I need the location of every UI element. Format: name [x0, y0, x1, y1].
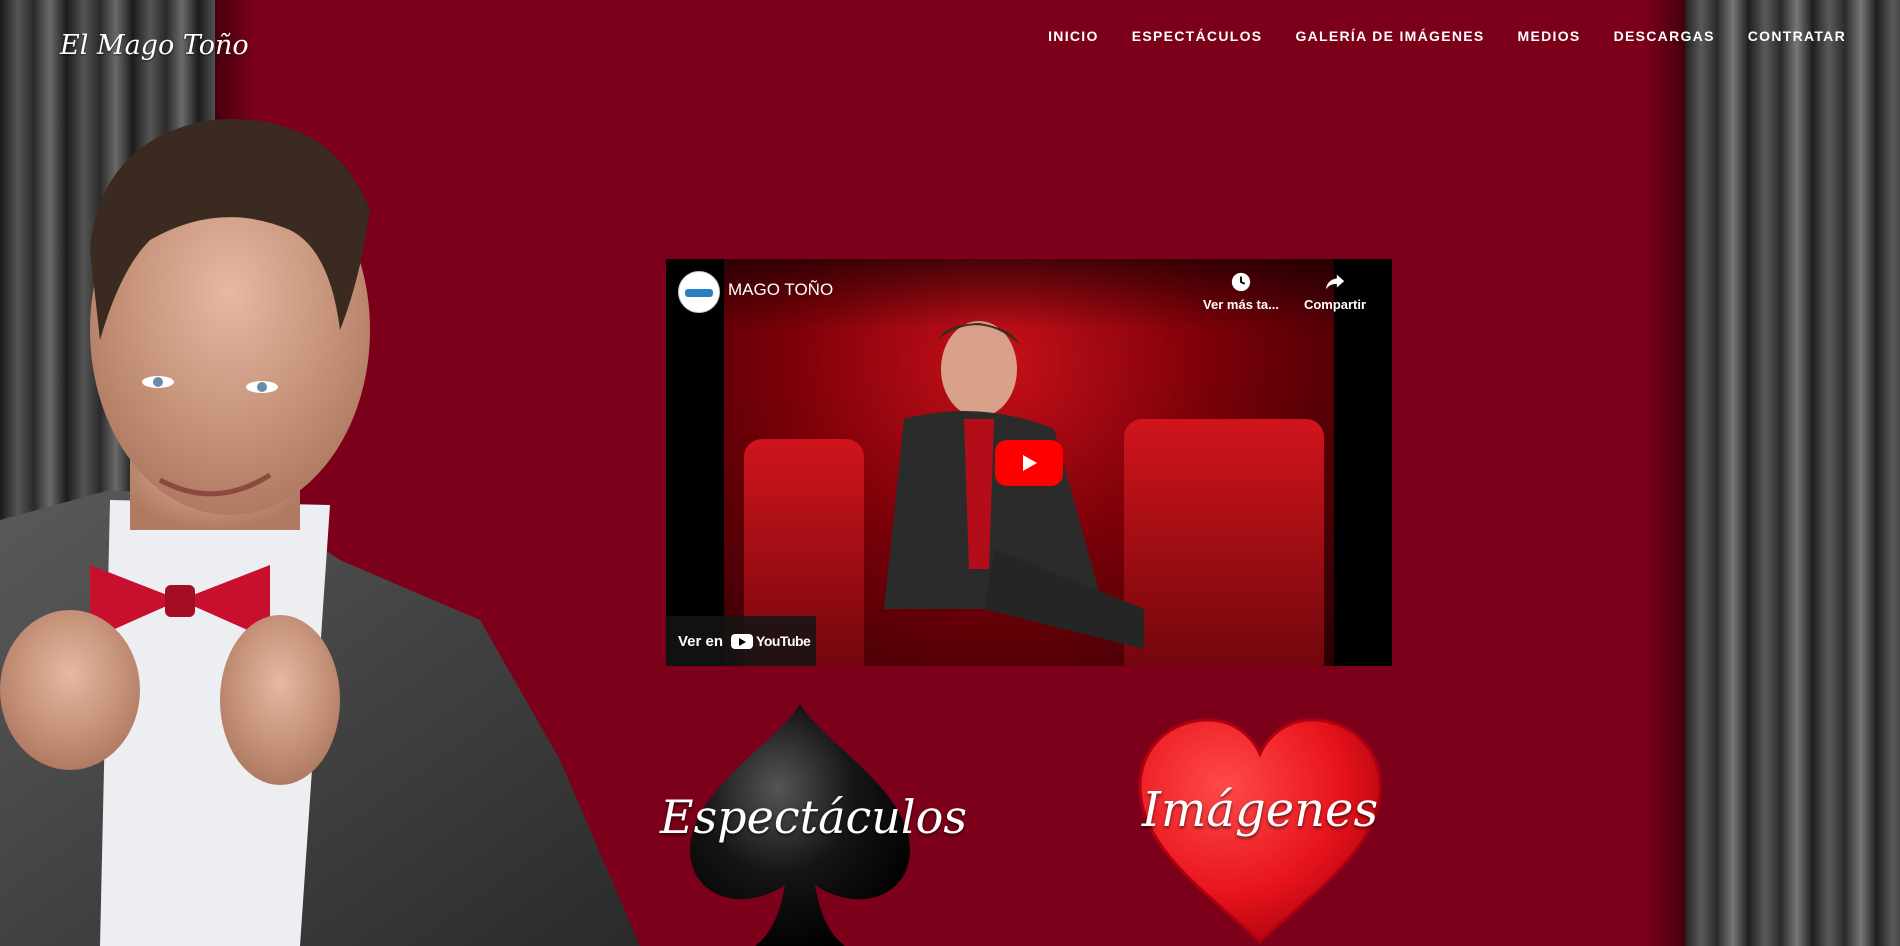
watch-on-label: Ver en [678, 632, 724, 650]
watch-later-label: Ver más ta... [1203, 297, 1279, 312]
share-label: Compartir [1303, 297, 1367, 312]
main-nav: INICIO ESPECTÁCULOS GALERÍA DE IMÁGENES … [1015, 28, 1846, 44]
video-person [884, 321, 1144, 649]
nav-espectaculos[interactable]: ESPECTÁCULOS [1132, 28, 1263, 44]
play-button[interactable] [995, 440, 1063, 486]
imagenes-label: Imágenes [1141, 782, 1379, 838]
site-logo[interactable]: El Mago Toño [60, 30, 249, 61]
watch-later-button[interactable]: Ver más ta... [1196, 271, 1286, 312]
imagenes-card[interactable]: Imágenes [1130, 712, 1390, 946]
nav-medios[interactable]: MEDIOS [1518, 28, 1581, 44]
nav-contratar[interactable]: CONTRATAR [1748, 28, 1846, 44]
clock-icon [1231, 272, 1251, 292]
channel-avatar[interactable] [678, 271, 720, 313]
nav-galeria[interactable]: GALERÍA DE IMÁGENES [1295, 28, 1484, 44]
youtube-logo: YouTube [731, 633, 811, 649]
share-button[interactable]: Compartir [1290, 271, 1380, 312]
youtube-wordmark: YouTube [756, 633, 811, 649]
play-icon [1023, 455, 1037, 471]
youtube-icon [731, 633, 754, 649]
watch-on-youtube-button[interactable]: Ver en YouTube [666, 616, 816, 666]
magician-portrait [0, 119, 640, 946]
video-player[interactable]: MAGO TOÑO Ver más ta... Compartir Ver en… [666, 259, 1392, 666]
video-title[interactable]: MAGO TOÑO [728, 280, 833, 300]
nav-inicio[interactable]: INICIO [1048, 28, 1099, 44]
share-icon [1325, 274, 1345, 290]
curtain-right [1645, 0, 1900, 946]
espectaculos-card[interactable]: Espectáculos [660, 700, 967, 946]
nav-descargas[interactable]: DESCARGAS [1614, 28, 1715, 44]
theater-seat [1124, 419, 1324, 666]
espectaculos-label: Espectáculos [660, 790, 967, 844]
